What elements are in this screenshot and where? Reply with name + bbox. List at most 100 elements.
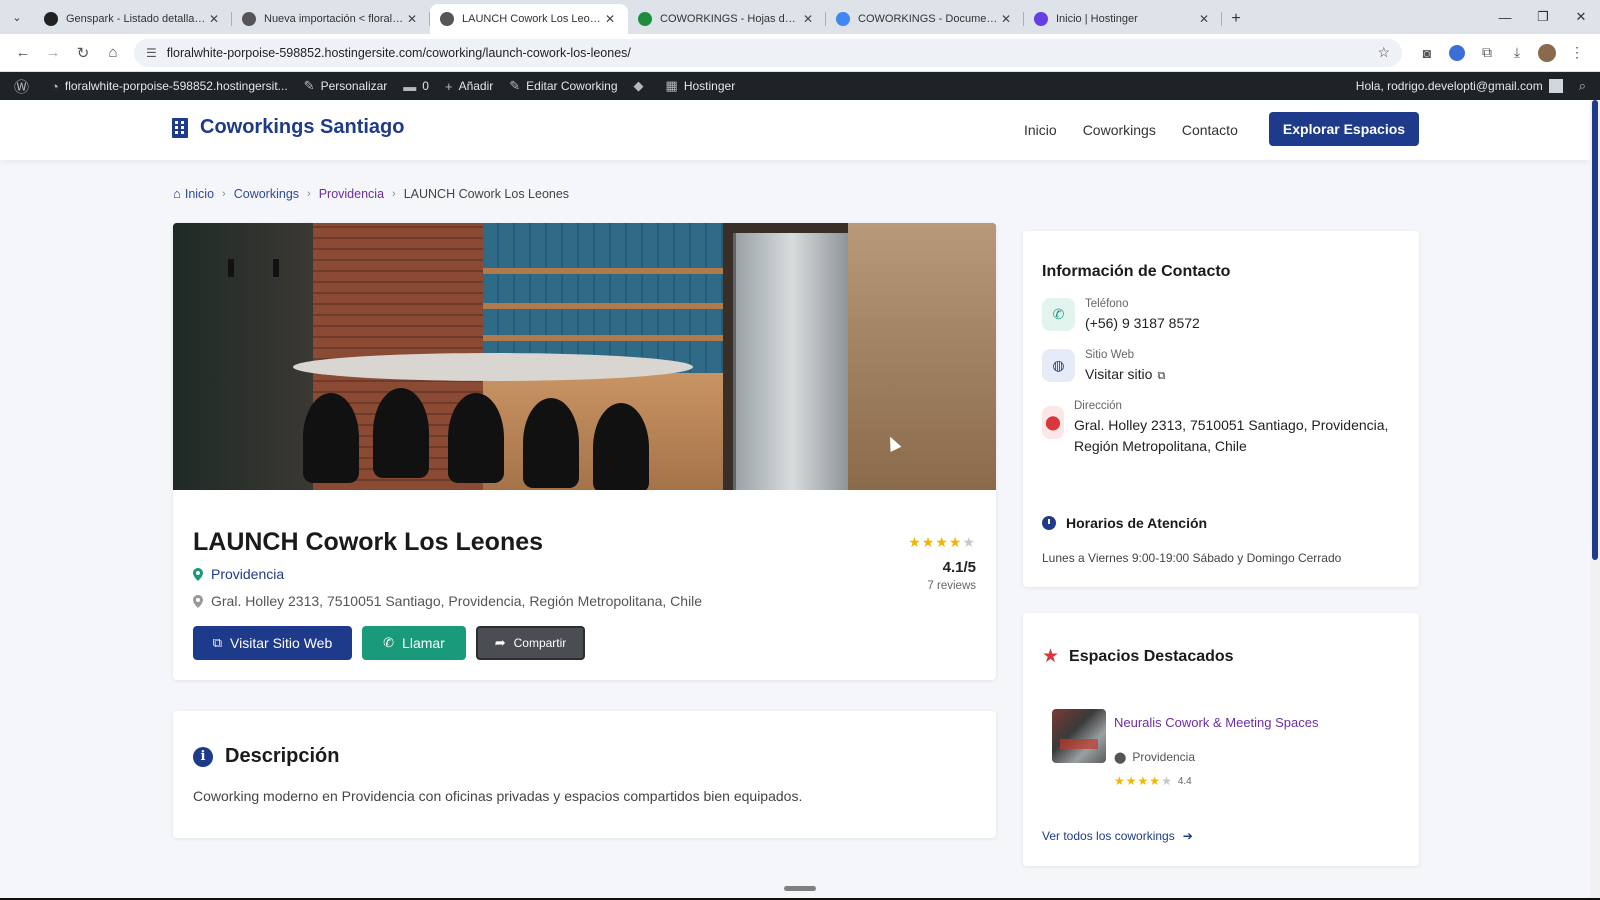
tab-title: Inicio | Hostinger bbox=[1056, 13, 1138, 25]
listing-address: Gral. Holley 2313, 7510051 Santiago, Pro… bbox=[193, 593, 702, 609]
wordpress-logo-icon[interactable]: Ⓦ bbox=[6, 72, 43, 100]
admin-comments-count: 0 bbox=[422, 79, 429, 93]
back-icon[interactable]: ← bbox=[8, 38, 38, 68]
listing-hero-image bbox=[173, 223, 996, 490]
arrow-right-icon: ➔ bbox=[1182, 829, 1193, 843]
contact-website-link[interactable]: Visitar sitio bbox=[1085, 366, 1152, 382]
new-tab-icon[interactable]: + bbox=[1222, 4, 1250, 34]
share-button[interactable]: ➦ Compartir bbox=[476, 626, 585, 660]
camera-icon[interactable]: ◙ bbox=[1412, 38, 1442, 68]
window-controls: — ❐ ✕ bbox=[1486, 0, 1600, 34]
contact-card: Información de Contacto ✆ Teléfono (+56)… bbox=[1023, 231, 1419, 587]
scrollbar-thumb[interactable] bbox=[1592, 100, 1598, 560]
admin-site-link[interactable]: ◔ floralwhite-porpoise-598852.hostingersi… bbox=[43, 72, 296, 100]
contact-address-label: Dirección bbox=[1074, 400, 1122, 412]
breadcrumb-district[interactable]: Providencia bbox=[319, 187, 384, 201]
home-icon[interactable]: ⌂ bbox=[98, 38, 128, 68]
admin-diamond-link[interactable]: ◆ bbox=[626, 72, 658, 100]
tab-close-icon[interactable]: ✕ bbox=[998, 12, 1014, 26]
tab-close-icon[interactable]: ✕ bbox=[1196, 12, 1212, 26]
map-pin-gray-icon bbox=[193, 594, 203, 608]
admin-search-icon[interactable]: ⌕ bbox=[1571, 72, 1594, 100]
tab-close-icon[interactable]: ✕ bbox=[206, 12, 222, 26]
listing-title: LAUNCH Cowork Los Leones bbox=[193, 528, 544, 556]
tab-close-icon[interactable]: ✕ bbox=[602, 12, 618, 26]
tab-search-icon[interactable]: ⌄ bbox=[0, 0, 34, 34]
tab-close-icon[interactable]: ✕ bbox=[800, 12, 816, 26]
nav-contacto[interactable]: Contacto bbox=[1182, 122, 1238, 138]
extension-badge-icon[interactable] bbox=[1442, 38, 1472, 68]
map-pin-icon bbox=[193, 567, 203, 581]
clock-icon bbox=[1042, 516, 1056, 530]
visit-website-button[interactable]: ⧉ Visitar Sitio Web bbox=[193, 626, 352, 660]
star-filled-icon: ★ bbox=[908, 534, 922, 550]
site-brand[interactable]: Coworkings Santiago bbox=[172, 116, 404, 139]
admin-add-link[interactable]: + Añadir bbox=[437, 72, 501, 100]
see-all-coworkings-link[interactable]: Ver todos los coworkings ➔ bbox=[1042, 829, 1193, 843]
explore-spaces-button[interactable]: Explorar Espacios bbox=[1269, 112, 1419, 146]
featured-item-name[interactable]: Neuralis Cowork & Meeting Spaces bbox=[1114, 715, 1318, 730]
profile-avatar[interactable] bbox=[1532, 38, 1562, 68]
browser-tab[interactable]: LAUNCH Cowork Los Leones – ✕ bbox=[430, 4, 628, 34]
browser-tab[interactable]: COWORKINGS - Hojas de cálcu✕ bbox=[628, 4, 826, 34]
globe-icon: ◍ bbox=[1042, 349, 1075, 382]
browser-tab[interactable]: COWORKINGS - Documentos d✕ bbox=[826, 4, 1024, 34]
admin-account-link[interactable]: Hola, rodrigo.developti@gmail.com bbox=[1348, 72, 1571, 100]
star-filled-icon: ★ bbox=[1137, 774, 1150, 788]
contact-phone[interactable]: ✆ Teléfono (+56) 9 3187 8572 bbox=[1042, 298, 1200, 334]
tab-close-icon[interactable]: ✕ bbox=[404, 12, 420, 26]
browser-tab[interactable]: Genspark - Listado detallado d ✕ bbox=[34, 4, 232, 34]
star-empty-icon: ★ bbox=[1161, 774, 1173, 788]
nav-inicio[interactable]: Inicio bbox=[1024, 122, 1057, 138]
featured-item[interactable]: Neuralis Cowork & Meeting Spaces ⬤ Provid… bbox=[1052, 709, 1318, 788]
map-pin-red-icon: ⬤ bbox=[1042, 406, 1064, 439]
call-button[interactable]: ✆ Llamar bbox=[362, 626, 466, 660]
listing-district-label: Providencia bbox=[211, 566, 285, 582]
address-bar[interactable]: ☰ floralwhite-porpoise-598852.hostingers… bbox=[134, 38, 1402, 67]
browser-tab[interactable]: Inicio | Hostinger ✕ bbox=[1024, 4, 1222, 34]
tab-title: COWORKINGS - Documentos d bbox=[858, 13, 998, 25]
browser-tab[interactable]: Nueva importación < floralwhit ✕ bbox=[232, 4, 430, 34]
featured-card: ★ Espacios Destacados Neuralis Cowork & … bbox=[1023, 613, 1419, 866]
breadcrumb-home[interactable]: Inicio bbox=[185, 187, 214, 201]
nav-coworkings[interactable]: Coworkings bbox=[1083, 122, 1156, 138]
download-icon[interactable]: ⤓ bbox=[1502, 38, 1532, 68]
contact-website-label: Sitio Web bbox=[1085, 349, 1135, 361]
star-filled-icon: ★ bbox=[935, 534, 949, 550]
contact-title: Información de Contacto bbox=[1042, 263, 1231, 280]
forward-icon[interactable]: → bbox=[38, 38, 68, 68]
breadcrumb-coworkings[interactable]: Coworkings bbox=[234, 187, 299, 201]
browser-tab-strip: ⌄ Genspark - Listado detallado d ✕ Nueva i… bbox=[0, 0, 1600, 34]
bookmark-star-icon[interactable]: ☆ bbox=[1377, 44, 1390, 61]
hostinger-icon: ▦ bbox=[665, 78, 678, 93]
description-title: Descripción bbox=[225, 745, 340, 767]
rating-stars: ★★★★★ bbox=[908, 534, 976, 551]
comment-icon: ▬ bbox=[403, 78, 417, 94]
admin-customize-link[interactable]: ✎ Personalizar bbox=[296, 72, 396, 100]
featured-item-location: ⬤ Providencia bbox=[1114, 750, 1318, 764]
horizontal-scroll-indicator[interactable] bbox=[784, 886, 816, 891]
admin-comments-link[interactable]: ▬ 0 bbox=[395, 72, 437, 100]
close-window-icon[interactable]: ✕ bbox=[1562, 0, 1600, 34]
url-text[interactable]: floralwhite-porpoise-598852.hostingersit… bbox=[167, 46, 1378, 60]
admin-edit-link[interactable]: ✎ Editar Coworking bbox=[501, 72, 625, 100]
plus-icon: + bbox=[444, 78, 453, 94]
page-scrollbar[interactable] bbox=[1590, 100, 1600, 900]
site-brand-name: Coworkings Santiago bbox=[200, 116, 405, 138]
contact-address-line2: Región Metropolitana, Chile bbox=[1074, 438, 1247, 454]
minimize-icon[interactable]: — bbox=[1486, 0, 1524, 34]
tab-title: COWORKINGS - Hojas de cálcu bbox=[660, 13, 800, 25]
featured-rating-value: 4.4 bbox=[1177, 775, 1192, 787]
restore-icon[interactable]: ❐ bbox=[1524, 0, 1562, 34]
listing-district[interactable]: Providencia bbox=[193, 566, 284, 582]
admin-hostinger-link[interactable]: ▦ Hostinger bbox=[658, 72, 744, 100]
browser-toolbar: ← → ↻ ⌂ ☰ floralwhite-porpoise-598852.ho… bbox=[0, 34, 1600, 72]
reload-icon[interactable]: ↻ bbox=[68, 38, 98, 68]
site-info-icon[interactable]: ☰ bbox=[146, 46, 157, 60]
listing-address-text: Gral. Holley 2313, 7510051 Santiago, Pro… bbox=[211, 593, 703, 609]
browser-menu-icon[interactable]: ⋮ bbox=[1562, 38, 1592, 68]
hours-text: Lunes a Viernes 9:00-19:00 Sábado y Domi… bbox=[1042, 551, 1342, 565]
contact-website[interactable]: ◍ Sitio Web Visitar sitio ⧉ bbox=[1042, 349, 1165, 387]
featured-thumbnail[interactable] bbox=[1052, 709, 1106, 763]
puzzle-icon[interactable]: ⧉ bbox=[1472, 38, 1502, 68]
